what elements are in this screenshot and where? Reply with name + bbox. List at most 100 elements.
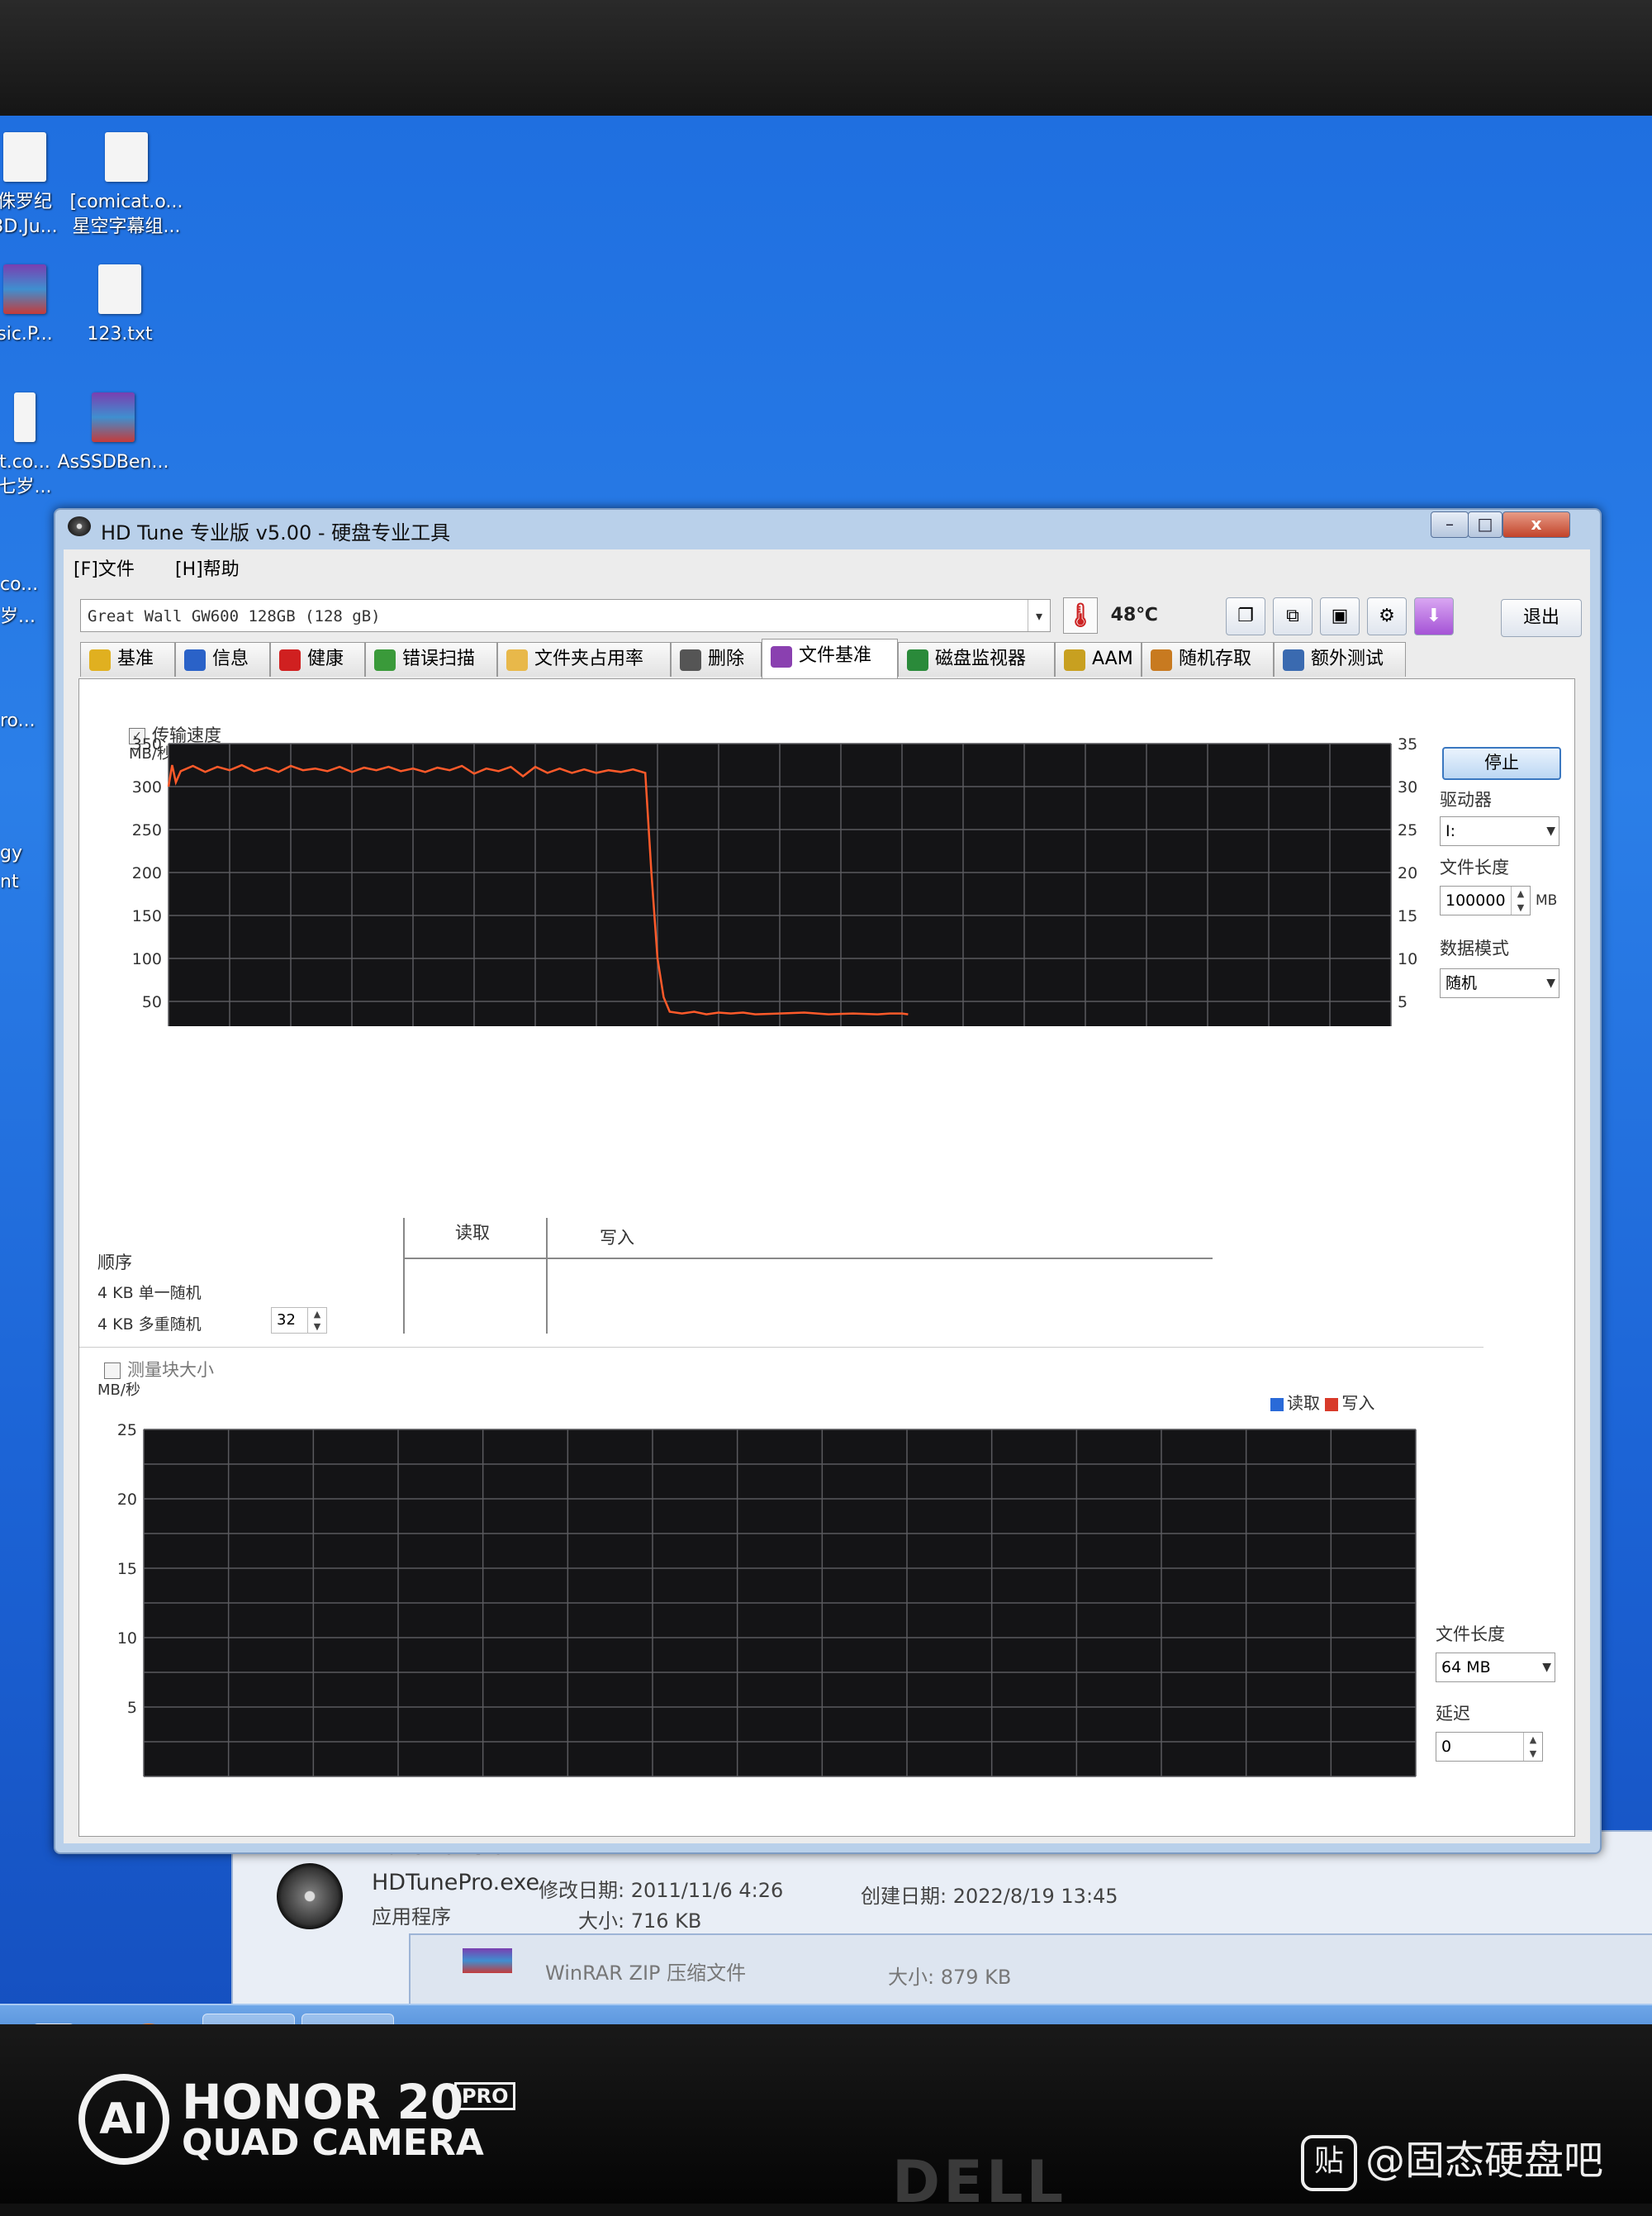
gear-icon: ⚙	[1379, 606, 1395, 626]
options-button[interactable]: ⚙	[1367, 597, 1407, 635]
tab-error-scan[interactable]: 错误扫描	[365, 642, 497, 677]
y-tick-label: 100	[132, 950, 162, 968]
row-4kb-single-random: 4 KB 单一随机	[97, 1284, 202, 1302]
x-tick-label: 128	[850, 1784, 880, 1786]
row-sequential: 顺序	[97, 1253, 132, 1272]
desktop-edge-label: 岁...	[0, 606, 36, 627]
tab-aam[interactable]: AAM	[1055, 642, 1142, 677]
explorer-file-type: 应用程序	[372, 1905, 451, 1928]
desktop-edge-label: gy	[0, 843, 22, 863]
chevron-down-icon: ▼	[1546, 977, 1555, 990]
menu-file[interactable]: [F]文件	[74, 554, 135, 581]
spinner-arrows-icon[interactable]: ▲ ▼	[1511, 887, 1530, 915]
tab-info[interactable]: 信息	[175, 642, 270, 677]
menu-bar: [F]文件 [H]帮助	[64, 549, 1590, 581]
drive-select[interactable]: Great Wall GW600 128GB (128 gB) ▾	[80, 599, 1051, 632]
data-mode-combo[interactable]: 随机 ▼	[1440, 968, 1559, 998]
desktop-edge-label: co...	[0, 574, 39, 595]
queue-depth-value: 32	[277, 1311, 296, 1329]
delay-value: 0	[1441, 1738, 1452, 1756]
tab-label: 错误扫描	[402, 649, 476, 669]
x-tick-label: 8	[520, 1784, 530, 1786]
block-file-length-value: 64 MB	[1441, 1658, 1491, 1676]
y-tick-label: 15	[117, 1560, 137, 1578]
thermometer-icon: 🌡	[1063, 597, 1098, 634]
temperature-value: 48℃	[1110, 605, 1158, 625]
spinner-arrows-icon[interactable]: ▲ ▼	[307, 1308, 326, 1333]
x-tick-label: 16	[601, 1784, 620, 1786]
copy-screenshot-button[interactable]: ⧉	[1273, 597, 1313, 635]
explorer-modified-date: 修改日期: 2011/11/6 4:26	[539, 1879, 784, 1902]
desktop-icon-1[interactable]: [comicat.o... 星空字幕组...	[56, 132, 197, 240]
y-tick-label: 5	[127, 1699, 137, 1717]
hdd-icon	[68, 516, 91, 536]
section-divider	[79, 1347, 1483, 1348]
tab-label: 文件夹占用率	[534, 649, 644, 669]
y-tick-label: 350	[132, 735, 162, 754]
tab-label: 文件基准	[799, 645, 872, 666]
random-access-icon	[1151, 649, 1172, 671]
file-icon	[14, 392, 36, 442]
close-button[interactable]: x	[1502, 511, 1570, 538]
window-client: [F]文件 [H]帮助 Great Wall GW600 128GB (128 …	[64, 549, 1590, 1843]
tab-erase[interactable]: 删除	[671, 642, 762, 677]
spinner-arrows-icon[interactable]: ▲ ▼	[1523, 1733, 1542, 1761]
table-divider	[403, 1218, 405, 1334]
tab-benchmark[interactable]: 基准	[80, 642, 175, 677]
tab-label: 健康	[307, 649, 344, 669]
desktop-icon-label: 七岁...	[0, 477, 52, 497]
y2-tick-label: 15	[1398, 907, 1417, 925]
delay-spinner[interactable]: 0 ▲ ▼	[1436, 1732, 1543, 1762]
block-file-length-combo[interactable]: 64 MB ▼	[1436, 1652, 1555, 1682]
save-button[interactable]: ▣	[1320, 597, 1360, 635]
data-mode-label: 数据模式	[1440, 939, 1509, 958]
chevron-down-icon: ▾	[1028, 600, 1050, 631]
menu-help[interactable]: [H]帮助	[175, 554, 240, 581]
tab-label: 删除	[708, 649, 745, 669]
explorer-file-name[interactable]: HDTunePro.exe	[372, 1870, 539, 1895]
file-length-spinner[interactable]: 100000 ▲ ▼	[1440, 886, 1531, 915]
y-tick-label: 150	[132, 907, 162, 925]
x-tick-label: 1024	[1099, 1784, 1138, 1786]
drive-combo[interactable]: I: ▼	[1440, 816, 1559, 846]
data-mode-value: 随机	[1446, 974, 1478, 992]
checkbox-unchecked-icon	[104, 1362, 121, 1379]
tab-disk-monitor[interactable]: 磁盘监视器	[898, 642, 1055, 677]
desktop-icon-5[interactable]: AsSSDBen...	[43, 392, 183, 475]
temperature-display: 🌡 48℃	[1063, 597, 1158, 634]
desktop-icon-3[interactable]: 123.txt	[50, 264, 190, 347]
tab-label: 额外测试	[1311, 649, 1384, 669]
explorer-file2-type: WinRAR ZIP 压缩文件	[545, 1962, 747, 1985]
y-tick-label: 25	[117, 1421, 137, 1439]
trash-icon	[680, 649, 701, 671]
x-tick-label: 4096	[1269, 1784, 1308, 1786]
x-tick-label: 2	[351, 1784, 361, 1786]
maximize-button[interactable]: □	[1468, 511, 1502, 538]
desktop-icon-label: [comicat.o...	[69, 192, 183, 212]
stop-button[interactable]: 停止	[1442, 747, 1561, 780]
tab-label: 基准	[117, 649, 154, 669]
title-bar[interactable]: HD Tune 专业版 v5.00 - 硬盘专业工具 – □ x	[55, 510, 1600, 544]
exit-button[interactable]: 退出	[1501, 599, 1582, 637]
camera-pro-badge: PRO	[454, 2082, 516, 2110]
download-button[interactable]: ⬇	[1414, 597, 1454, 635]
drive-combo-value: I:	[1446, 822, 1456, 840]
arrow-down-icon: ⬇	[1426, 606, 1442, 626]
tab-health[interactable]: 健康	[270, 642, 365, 677]
queue-depth-spinner[interactable]: 32 ▲ ▼	[271, 1307, 327, 1334]
tab-folder-usage[interactable]: 文件夹占用率	[497, 642, 671, 677]
minimize-button[interactable]: –	[1431, 511, 1469, 538]
table-header-rule	[403, 1258, 1213, 1259]
copy-info-button[interactable]: ❐	[1226, 597, 1265, 635]
block-size-chart: 5 10 15 20 25 0.5 1 2 4 8 16 32 64 128 256 512 1024 2048 4…	[117, 1421, 1417, 1786]
y2-tick-label: 25	[1398, 821, 1417, 839]
tab-random-access[interactable]: 随机存取	[1142, 642, 1274, 677]
tab-label: 磁盘监视器	[935, 649, 1027, 669]
chevron-down-icon: ▼	[1546, 825, 1555, 838]
tab-label: AAM	[1092, 649, 1133, 669]
monitor-chart-icon	[907, 649, 928, 671]
desktop-edge-label: nt	[0, 872, 19, 892]
tab-extra-tests[interactable]: 额外测试	[1274, 642, 1406, 677]
tab-file-benchmark[interactable]: 文件基准	[762, 639, 898, 678]
desktop-edge-label: ro...	[0, 711, 36, 731]
